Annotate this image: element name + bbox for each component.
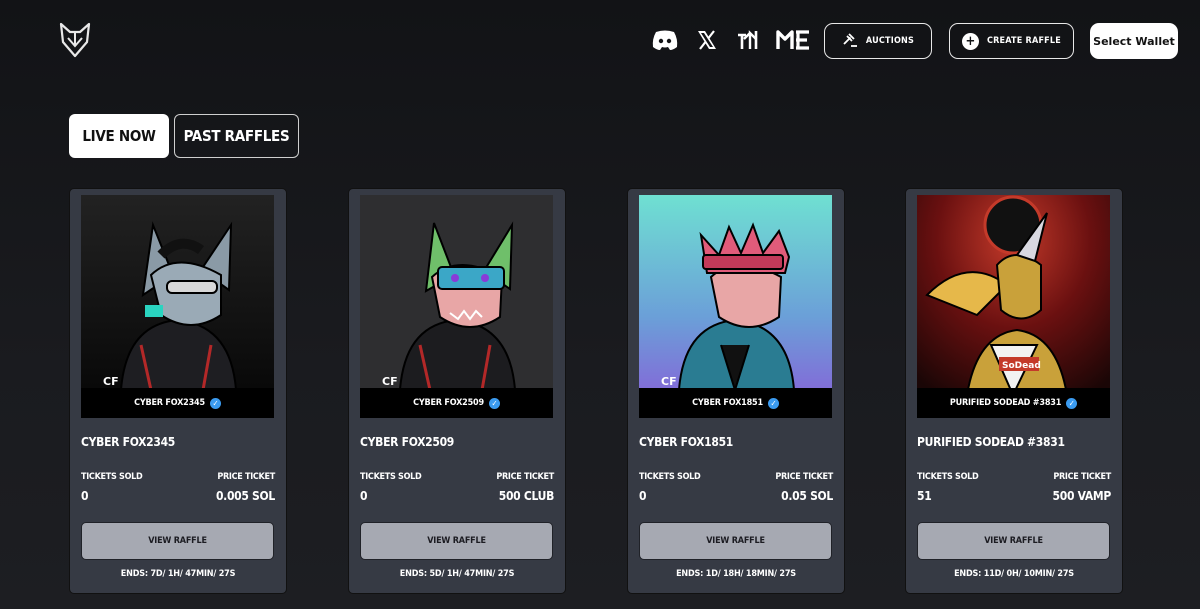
svg-text:SoDead: SoDead bbox=[1002, 361, 1041, 371]
tickets-sold-label: TICKETS SOLD bbox=[81, 472, 143, 482]
x-icon[interactable] bbox=[692, 27, 722, 53]
price-ticket-label: PRICE TICKET bbox=[217, 472, 275, 482]
plus-icon: + bbox=[961, 32, 979, 50]
raffle-card: CF CYBER FOX1851 ✓ CYBER FOX1851 TICKETS… bbox=[627, 188, 845, 594]
gavel-icon bbox=[842, 32, 858, 51]
view-raffle-button[interactable]: VIEW RAFFLE bbox=[81, 522, 274, 560]
tickets-sold-value: 0 bbox=[81, 489, 89, 503]
price-ticket-label: PRICE TICKET bbox=[1053, 472, 1111, 482]
price-ticket-value: 500 CLUB bbox=[498, 489, 555, 503]
view-raffle-button[interactable]: VIEW RAFFLE bbox=[360, 522, 553, 560]
tab-live-now[interactable]: LIVE NOW bbox=[69, 114, 169, 158]
view-raffle-button[interactable]: VIEW RAFFLE bbox=[917, 522, 1110, 560]
raffle-card: CF CYBER FOX2509 ✓ CYBER FOX2509 TICKETS… bbox=[348, 188, 566, 594]
ends-countdown: ENDS: 1D/ 18H/ 18MIN/ 27S bbox=[676, 569, 796, 579]
view-raffle-button[interactable]: VIEW RAFFLE bbox=[639, 522, 832, 560]
auctions-button[interactable]: AUCTIONS bbox=[824, 23, 932, 59]
price-ticket-value: 0.005 SOL bbox=[215, 489, 275, 503]
select-wallet-button[interactable]: Select Wallet bbox=[1090, 23, 1178, 59]
card-title: CYBER FOX2345 bbox=[81, 435, 176, 449]
nft-caption-text: CYBER FOX2509 bbox=[413, 398, 484, 408]
nft-caption: CYBER FOX1851 ✓ bbox=[639, 388, 832, 418]
nft-caption: PURIFIED SODEAD #3831 ✓ bbox=[917, 388, 1110, 418]
raffle-card: CF CYBER FOX2345 ✓ CYBER FOX2345 TICKETS… bbox=[69, 188, 287, 594]
tickets-sold-value: 0 bbox=[360, 489, 368, 503]
tensor-icon[interactable] bbox=[734, 27, 764, 53]
svg-text:CF: CF bbox=[382, 375, 398, 388]
verified-icon: ✓ bbox=[488, 397, 500, 409]
nft-caption-text: CYBER FOX1851 bbox=[692, 398, 763, 408]
card-title: CYBER FOX1851 bbox=[639, 435, 734, 449]
verified-icon: ✓ bbox=[1066, 397, 1078, 409]
magic-eden-icon[interactable] bbox=[776, 27, 812, 53]
nft-caption: CYBER FOX2509 ✓ bbox=[360, 388, 553, 418]
tickets-sold-label: TICKETS SOLD bbox=[639, 472, 701, 482]
verified-icon: ✓ bbox=[767, 397, 779, 409]
nft-caption: CYBER FOX2345 ✓ bbox=[81, 388, 274, 418]
svg-text:CF: CF bbox=[103, 375, 119, 388]
price-ticket-value: 500 VAMP bbox=[1052, 489, 1112, 503]
card-title: CYBER FOX2509 bbox=[360, 435, 455, 449]
tab-past-raffles[interactable]: PAST RAFFLES bbox=[174, 114, 299, 158]
verified-icon: ✓ bbox=[209, 397, 221, 409]
ends-countdown: ENDS: 11D/ 0H/ 10MIN/ 27S bbox=[954, 569, 1074, 579]
nft-caption-text: PURIFIED SODEAD #3831 bbox=[949, 398, 1062, 408]
svg-text:CF: CF bbox=[661, 375, 677, 388]
tickets-sold-value: 51 bbox=[917, 489, 932, 503]
auctions-label: AUCTIONS bbox=[865, 36, 915, 46]
price-ticket-label: PRICE TICKET bbox=[775, 472, 833, 482]
tickets-sold-value: 0 bbox=[639, 489, 647, 503]
nft-image[interactable]: CF CYBER FOX2509 ✓ bbox=[360, 195, 553, 418]
create-raffle-label: CREATE RAFFLE bbox=[986, 36, 1061, 46]
price-ticket-label: PRICE TICKET bbox=[496, 472, 554, 482]
nft-image[interactable]: CF CYBER FOX2345 ✓ bbox=[81, 195, 274, 418]
tickets-sold-label: TICKETS SOLD bbox=[917, 472, 979, 482]
tickets-sold-label: TICKETS SOLD bbox=[360, 472, 422, 482]
card-title: PURIFIED SODEAD #3831 bbox=[917, 435, 1065, 449]
nft-image[interactable]: SoDead PURIFIED SODEAD #3831 ✓ bbox=[917, 195, 1110, 418]
nft-caption-text: CYBER FOX2345 bbox=[134, 398, 205, 408]
nft-image[interactable]: CF CYBER FOX1851 ✓ bbox=[639, 195, 832, 418]
price-ticket-value: 0.05 SOL bbox=[781, 489, 833, 503]
create-raffle-button[interactable]: + CREATE RAFFLE bbox=[949, 23, 1074, 59]
raffle-card: SoDead PURIFIED SODEAD #3831 ✓ PURIFIED … bbox=[905, 188, 1123, 594]
discord-icon[interactable] bbox=[650, 27, 680, 53]
fox-logo-icon[interactable] bbox=[58, 22, 92, 58]
social-links bbox=[650, 27, 846, 53]
ends-countdown: ENDS: 5D/ 1H/ 47MIN/ 27S bbox=[399, 569, 515, 579]
ends-countdown: ENDS: 7D/ 1H/ 47MIN/ 27S bbox=[120, 569, 236, 579]
